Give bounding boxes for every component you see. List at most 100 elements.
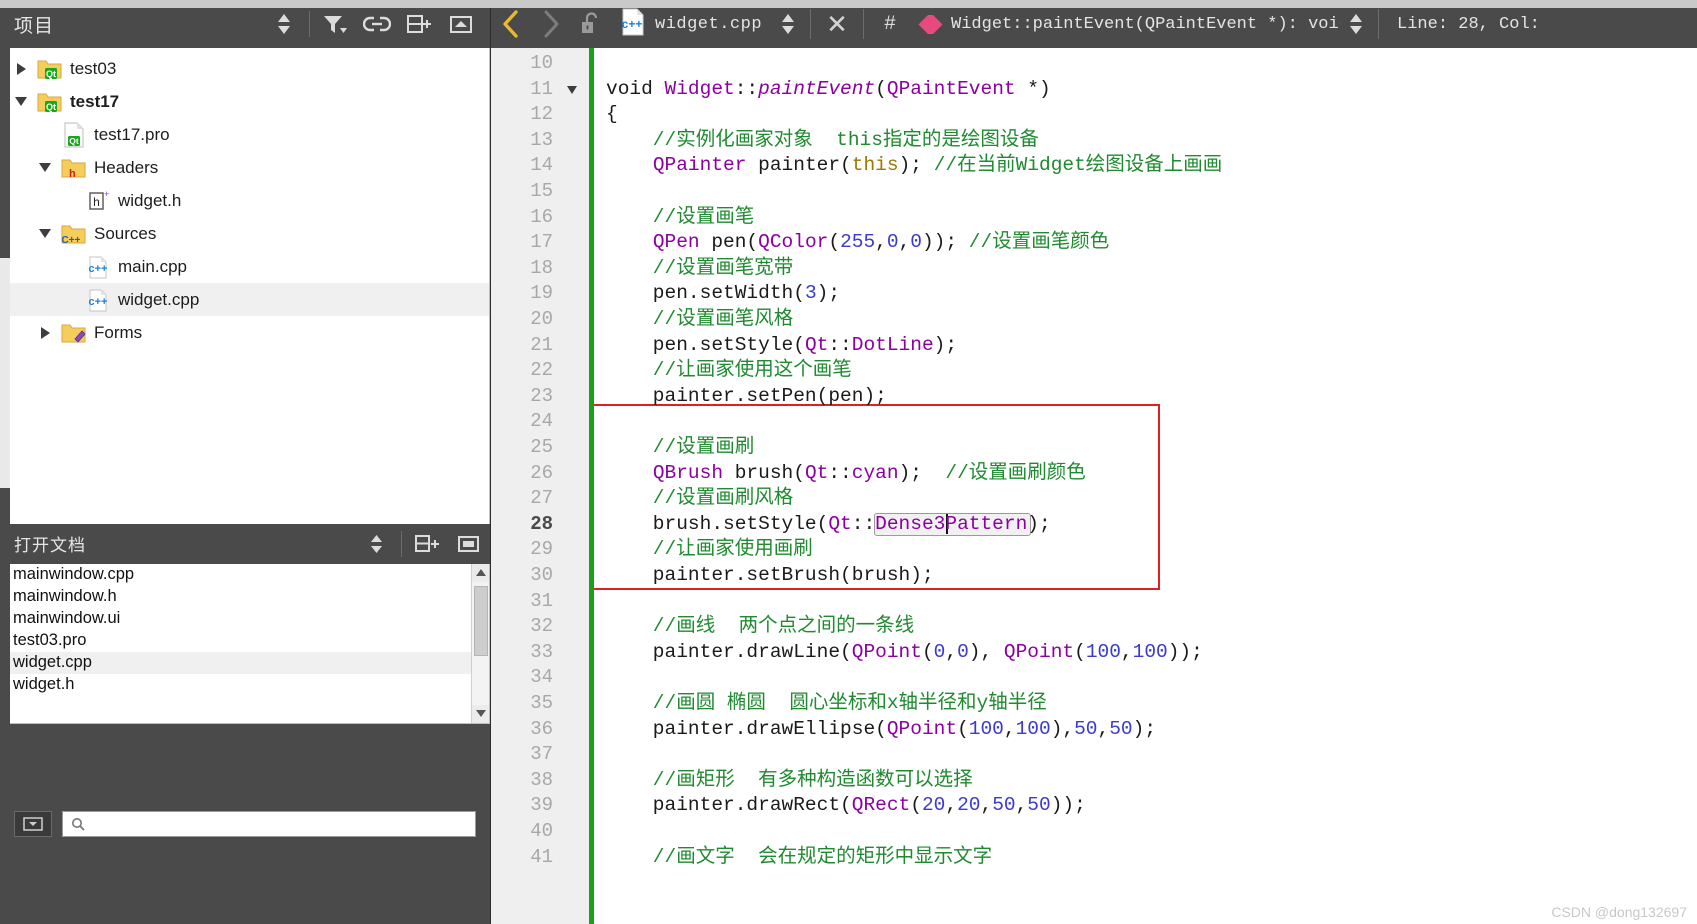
svg-text:h: h bbox=[69, 168, 76, 180]
svg-text:C++: C++ bbox=[62, 235, 81, 246]
tree-item-test17[interactable]: Qt test17 bbox=[0, 85, 489, 118]
tree-item-test17-pro[interactable]: Qt test17.pro bbox=[0, 118, 489, 151]
svg-text:h: h bbox=[93, 195, 100, 209]
expand-arrow-icon[interactable] bbox=[6, 62, 36, 75]
projects-panel-toolbar bbox=[263, 2, 482, 46]
svg-text:Qt: Qt bbox=[46, 69, 56, 79]
open-document-item[interactable]: mainwindow.cpp bbox=[1, 564, 489, 586]
code-line: pen.setWidth(3); bbox=[606, 281, 840, 307]
collapse-arrow-icon[interactable] bbox=[30, 163, 60, 172]
open-document-label: widget.h bbox=[13, 675, 75, 693]
code-line: //让画家使用画刷 bbox=[606, 537, 813, 563]
code-token: ); bbox=[1132, 717, 1157, 740]
code-token: QColor bbox=[758, 231, 829, 254]
toolbar-divider bbox=[810, 9, 812, 39]
tree-item-test03[interactable]: Qt test03 bbox=[0, 52, 489, 85]
code-token: { bbox=[606, 103, 618, 126]
symbol-selector[interactable]: Widget::paintEvent(QPaintEvent *): void bbox=[910, 14, 1341, 34]
code-token: 100 bbox=[1132, 640, 1168, 663]
code-token: )); bbox=[921, 231, 969, 254]
code-token: QRect bbox=[851, 794, 911, 817]
line-number: 16 bbox=[530, 205, 553, 228]
tree-item-sources[interactable]: C++ Sources bbox=[0, 217, 489, 250]
open-documents-list[interactable]: mainwindow.cpp mainwindow.h mainwindow.ui t… bbox=[0, 563, 490, 724]
code-editor[interactable]: 10 11 12 13 14 15 16 17 18 19 20 21 22 23 24 25 26 27 28 29… bbox=[490, 48, 1697, 924]
fold-collapse-icon[interactable] bbox=[567, 85, 577, 94]
open-document-item[interactable]: widget.cpp bbox=[1, 651, 489, 674]
sync-with-editor-icon[interactable] bbox=[355, 522, 397, 566]
code-token: Qt bbox=[828, 512, 852, 535]
open-document-item[interactable]: test03.pro bbox=[1, 630, 489, 652]
filter-icon[interactable] bbox=[314, 2, 356, 46]
code-token: //画圆 椭圆 圆心坐标和x轴半径和y轴半径 bbox=[606, 692, 1047, 714]
code-token: QBrush bbox=[652, 461, 724, 484]
code-token: , bbox=[1003, 717, 1016, 740]
current-symbol-label: Widget::paintEvent(QPaintEvent *): void bbox=[951, 14, 1341, 34]
code-token: 100 bbox=[1085, 640, 1121, 663]
tree-item-label: Sources bbox=[94, 223, 157, 243]
code-token: , bbox=[1097, 717, 1110, 740]
code-token: ( bbox=[921, 640, 934, 663]
code-text[interactable]: void Widget::paintEvent(QPaintEvent *){ … bbox=[594, 48, 1697, 924]
code-token: //画矩形 有多种构造函数可以选择 bbox=[606, 768, 973, 791]
code-token: cyan bbox=[851, 461, 899, 484]
locator-options-button[interactable] bbox=[14, 810, 52, 837]
tree-item-forms[interactable]: Forms bbox=[0, 316, 489, 349]
code-token: QPoint bbox=[1003, 640, 1075, 663]
code-line: //画线 两个点之间的一条线 bbox=[606, 614, 914, 640]
tree-item-label: widget.h bbox=[118, 190, 182, 210]
svg-text:c++: c++ bbox=[622, 17, 643, 31]
close-split-icon[interactable] bbox=[440, 2, 482, 46]
h-file-icon: h ++ bbox=[84, 188, 112, 214]
code-token: 255 bbox=[840, 231, 876, 254]
tree-item-widget-h[interactable]: h ++ widget.h bbox=[0, 184, 489, 217]
collapse-arrow-icon[interactable] bbox=[6, 97, 36, 106]
projects-panel-title: 项目 bbox=[14, 15, 55, 37]
expand-arrow-icon[interactable] bbox=[30, 326, 60, 339]
code-token: pen.setStyle( bbox=[606, 333, 805, 356]
code-token: , bbox=[875, 231, 887, 254]
link-icon[interactable] bbox=[356, 2, 398, 46]
code-token: //设置画笔颜色 bbox=[968, 231, 1110, 254]
project-tree[interactable]: Qt test03 Qt test17 Qt test17.pro h Headers h ++ w… bbox=[0, 48, 490, 524]
split-add-icon[interactable] bbox=[406, 522, 448, 566]
scroll-up-arrow-icon[interactable] bbox=[472, 563, 489, 582]
code-token: ( bbox=[957, 717, 969, 740]
code-token: , bbox=[945, 640, 958, 663]
scroll-down-arrow-icon[interactable] bbox=[472, 704, 489, 723]
locator-input[interactable] bbox=[62, 810, 476, 837]
line-number: 11 bbox=[530, 77, 553, 100]
code-token: , bbox=[898, 231, 911, 254]
code-token: 20 bbox=[957, 794, 981, 817]
scrollbar-thumb[interactable] bbox=[474, 585, 488, 656]
open-document-item[interactable]: mainwindow.h bbox=[1, 586, 489, 608]
code-token: ), bbox=[968, 640, 1004, 663]
open-document-label: test03.pro bbox=[13, 631, 87, 649]
line-number: 15 bbox=[530, 180, 553, 202]
code-line: QBrush brush(Qt::cyan); //设置画刷颜色 bbox=[606, 461, 1086, 487]
code-line: { bbox=[606, 102, 618, 128]
open-document-item[interactable]: mainwindow.ui bbox=[1, 608, 489, 630]
code-folding-column[interactable] bbox=[561, 48, 589, 924]
close-split-icon[interactable] bbox=[448, 522, 490, 566]
tree-item-headers[interactable]: h Headers bbox=[0, 151, 489, 184]
editor-file-selector[interactable]: c++ widget.cpp bbox=[611, 8, 772, 41]
code-token: //画线 两个点之间的一条线 bbox=[606, 615, 915, 638]
tree-item-widget-cpp[interactable]: c++ widget.cpp bbox=[0, 283, 489, 316]
split-add-icon[interactable] bbox=[398, 2, 440, 46]
svg-text:++: ++ bbox=[104, 189, 110, 199]
open-documents-items: mainwindow.cpp mainwindow.h mainwindow.ui t… bbox=[1, 564, 489, 696]
collapse-arrow-icon[interactable] bbox=[30, 229, 60, 238]
cpp-file-icon: c++ bbox=[84, 254, 112, 280]
tree-item-main-cpp[interactable]: c++ main.cpp bbox=[0, 250, 489, 283]
code-token: , bbox=[1015, 794, 1028, 817]
sync-with-editor-icon[interactable] bbox=[263, 2, 305, 46]
line-number: 18 bbox=[530, 256, 553, 279]
open-document-item[interactable]: widget.h bbox=[1, 674, 489, 696]
open-documents-scrollbar[interactable] bbox=[471, 563, 489, 723]
code-token: //设置画笔宽带 bbox=[606, 256, 794, 279]
tree-item-label: main.cpp bbox=[118, 256, 187, 276]
